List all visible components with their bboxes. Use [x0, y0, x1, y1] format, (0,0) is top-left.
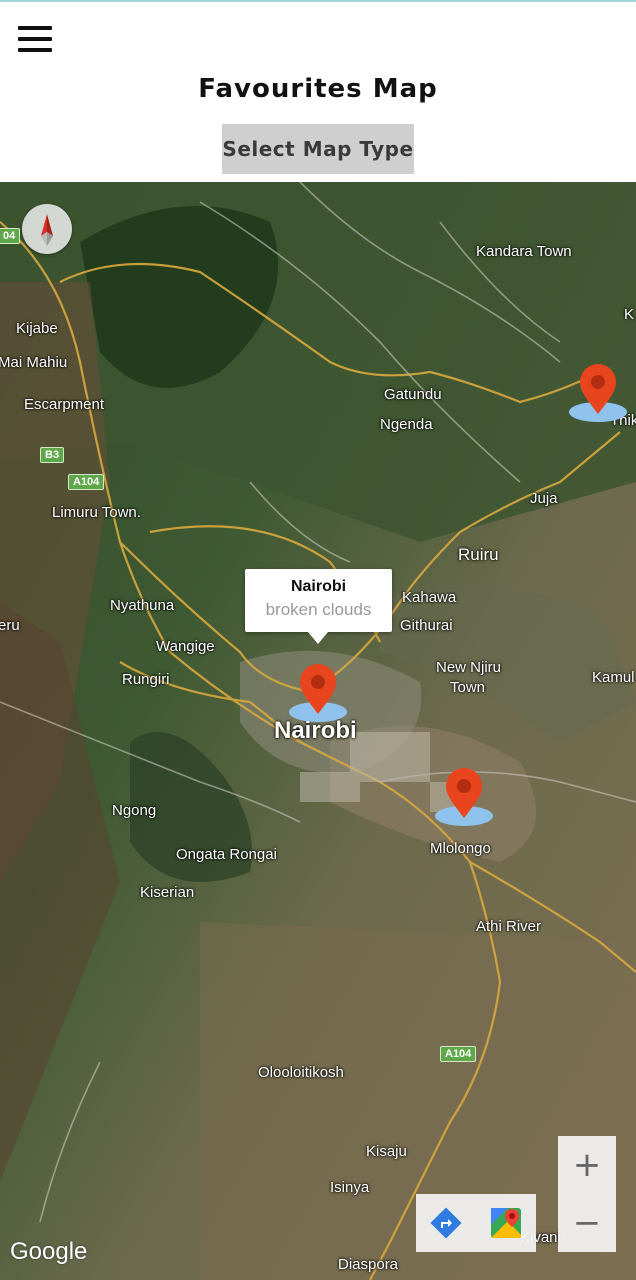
- favourite-marker-thika[interactable]: [566, 364, 630, 424]
- zoom-out-button[interactable]: −: [558, 1194, 616, 1252]
- info-window[interactable]: Nairobi broken clouds: [245, 569, 392, 644]
- info-window-city: Nairobi: [290, 578, 347, 595]
- page-title: Favourites Map: [198, 74, 438, 104]
- menu-bar: [18, 37, 52, 41]
- map-label: Githurai: [400, 617, 453, 634]
- map-label: Limuru Town.: [52, 504, 141, 521]
- map-label: Ngong: [112, 802, 157, 819]
- info-window-weather: broken clouds: [265, 600, 372, 619]
- map-label: Kahawa: [402, 589, 457, 606]
- map-label: Isinya: [330, 1179, 370, 1196]
- hamburger-menu-icon[interactable]: [18, 26, 52, 52]
- directions-button[interactable]: [416, 1194, 476, 1252]
- map-label: Rungiri: [122, 671, 170, 688]
- map-label: Diaspora: [338, 1256, 399, 1273]
- zoom-in-label: +: [572, 1145, 602, 1185]
- map-label: Kijabe: [16, 320, 58, 337]
- map-label: Athi River: [476, 918, 542, 935]
- map-label: Ongata Rongai: [176, 846, 277, 863]
- map-label: K: [624, 306, 635, 323]
- favourite-marker-nairobi[interactable]: [286, 664, 350, 724]
- road-shield: B3: [40, 447, 65, 463]
- menu-bar: [18, 48, 52, 52]
- map-label: Ngenda: [380, 416, 433, 433]
- select-map-type-button[interactable]: Select Map Type: [222, 124, 414, 174]
- map-view[interactable]: 04 B3 A104 A104 Kandara Town Kijabe Mai …: [0, 182, 636, 1280]
- map-label: Escarpment: [24, 396, 105, 413]
- menu-bar: [18, 26, 52, 30]
- road-shield: A104: [68, 474, 105, 490]
- google-maps-icon: [491, 1208, 521, 1238]
- open-in-maps-button[interactable]: [476, 1194, 536, 1252]
- map-label: Nyathuna: [110, 597, 175, 614]
- header: Favourites Map Select Map Type: [0, 2, 636, 182]
- map-label: Kisaju: [366, 1143, 407, 1160]
- map-label: Gatundu: [384, 386, 442, 403]
- compass-icon[interactable]: [22, 204, 72, 254]
- map-label: Juja: [530, 490, 558, 507]
- zoom-out-label: −: [572, 1203, 602, 1243]
- favourite-marker-mlolongo[interactable]: [432, 768, 496, 828]
- map-label: Town: [450, 679, 486, 696]
- map-label: Olooloitikosh: [258, 1064, 344, 1081]
- map-label: Wangige: [156, 638, 215, 655]
- map-label: Mai Mahiu: [0, 354, 68, 371]
- map-label: Mlolongo: [430, 840, 491, 857]
- zoom-in-button[interactable]: +: [558, 1136, 616, 1194]
- map-label: New Njiru: [436, 659, 502, 676]
- map-label: Ruiru: [458, 545, 499, 564]
- app-root: Favourites Map Select Map Type 04 B3 A10…: [0, 0, 636, 1280]
- map-label: Kandara Town: [476, 243, 572, 260]
- map-label: eru: [0, 617, 20, 634]
- road-shield: 04: [0, 228, 21, 244]
- directions-icon: [430, 1207, 462, 1239]
- map-label: Kiserian: [140, 884, 195, 901]
- google-attribution-logo: Google: [10, 1238, 88, 1265]
- map-label: Kamul: [592, 669, 635, 686]
- road-shield: A104: [440, 1046, 477, 1062]
